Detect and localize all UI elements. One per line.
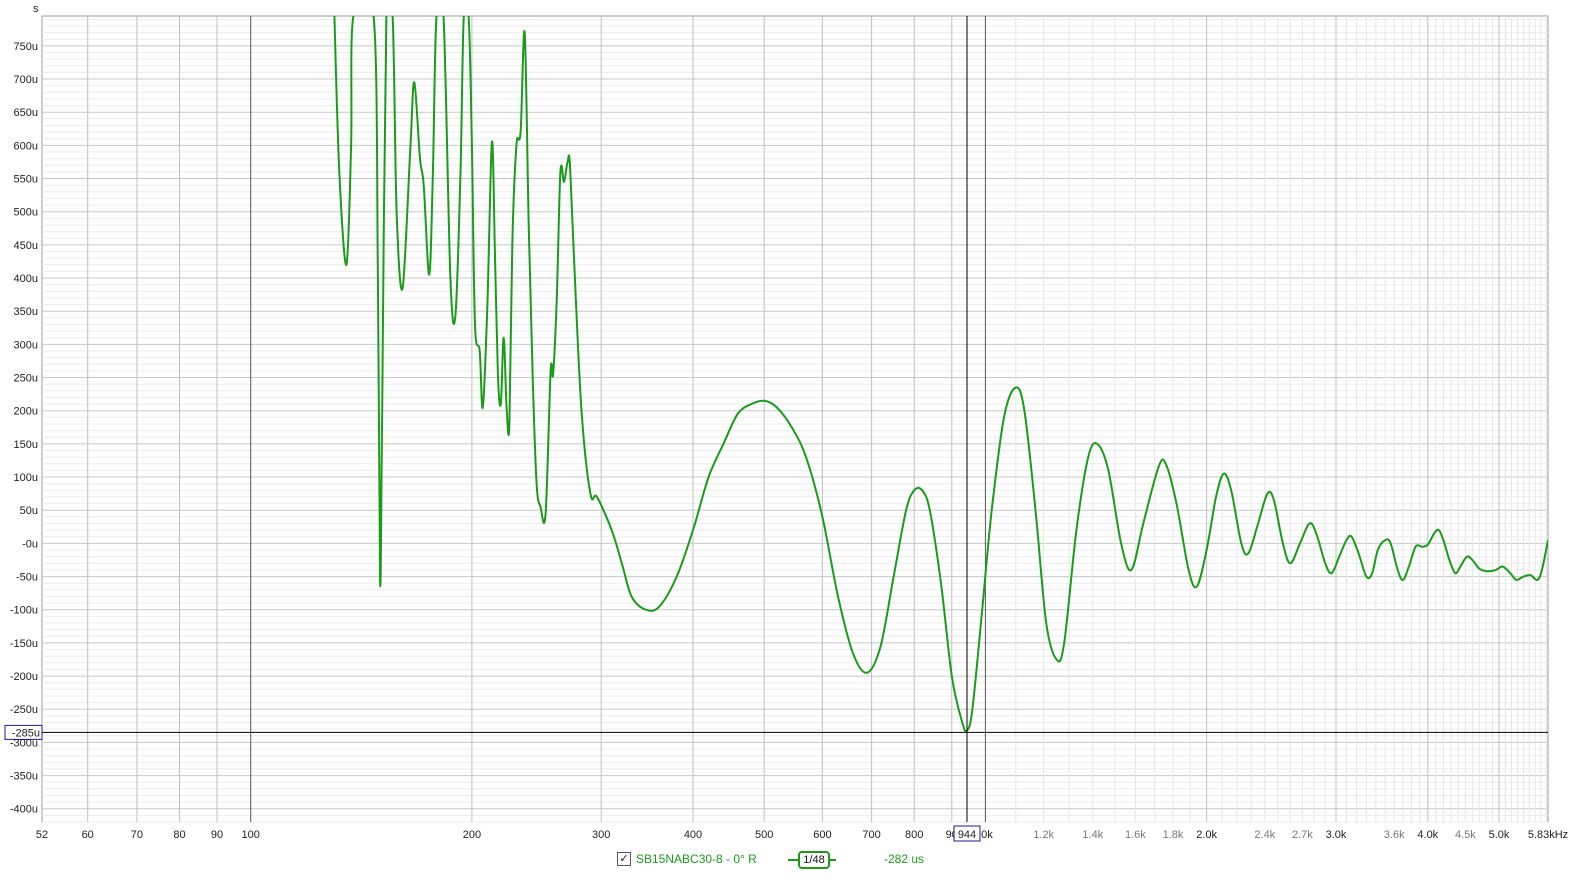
y-axis-ticks: 750u 700u 650u 600u 550u 500u 450u 400u 350u 300u… — [10, 41, 38, 816]
x-tick-label: 3.0k — [1326, 829, 1347, 841]
x-tick-label: 5.0k — [1489, 829, 1510, 841]
x-tick-label: 100 — [242, 829, 260, 841]
y-tick-label: 200u — [14, 406, 38, 418]
legend-bar: ✓ SB15NABC30-8 - 0° R 1/48 -282 us — [0, 848, 1592, 872]
x-tick-label: 2.0k — [1196, 829, 1217, 841]
y-tick-label: -150u — [10, 638, 38, 650]
y-tick-label: 50u — [20, 505, 38, 517]
y-tick-label: 450u — [14, 240, 38, 252]
x-tick-label: 52 — [36, 829, 48, 841]
y-tick-label: -400u — [10, 804, 38, 816]
x-axis-ticks: 52 60 70 80 90 100 200 300 400 500 600 700 800 90.0k 1… — [36, 829, 1568, 841]
x-tick-label: 300 — [592, 829, 610, 841]
plot-area-border — [41, 15, 1549, 823]
x-tick-label: 800 — [905, 829, 923, 841]
y-tick-label: 250u — [14, 373, 38, 385]
y-tick-label: 500u — [14, 207, 38, 219]
y-tick-label: -200u — [10, 671, 38, 683]
x-tick-label: 4.5k — [1455, 829, 1476, 841]
y-tick-label: 550u — [14, 174, 38, 186]
y-tick-label: 750u — [14, 41, 38, 53]
x-tick-label: 80 — [173, 829, 185, 841]
x-tick-label: 200 — [463, 829, 481, 841]
time-delay-chart[interactable]: s 750u 700u 650u 600u 550u 500u 450u 400u 350u 30… — [0, 0, 1592, 886]
y-tick-label: -350u — [10, 771, 38, 783]
x-tick-label: 1.6k — [1125, 829, 1146, 841]
cursor-readout: -282 us — [884, 852, 925, 866]
y-tick-label: 150u — [14, 439, 38, 451]
trace-name[interactable]: SB15NABC30-8 - 0° R — [636, 852, 757, 866]
trace-visibility-checkbox[interactable]: ✓ — [617, 852, 631, 866]
x-tick-label: 500 — [755, 829, 773, 841]
x-tick-label: 1.8k — [1163, 829, 1184, 841]
x-tick-label: 4.0k — [1417, 829, 1438, 841]
x-tick-label: 2.7k — [1292, 829, 1313, 841]
x-tick-label: 70 — [131, 829, 143, 841]
y-tick-label: -0u — [22, 538, 38, 550]
x-tick-label: 1.4k — [1082, 829, 1103, 841]
y-tick-label: 300u — [14, 339, 38, 351]
x-tick-label: 1.2k — [1033, 829, 1054, 841]
y-tick-label: 700u — [14, 74, 38, 86]
x-tick-label: 3.6k — [1384, 829, 1405, 841]
y-tick-label: 350u — [14, 306, 38, 318]
y-axis-unit-label: s — [33, 3, 39, 15]
cursor-frequency-label: 944 — [958, 829, 976, 841]
x-tick-label: 2.4k — [1254, 829, 1275, 841]
x-tick-label: 60 — [82, 829, 94, 841]
y-tick-label: 400u — [14, 273, 38, 285]
x-tick-label: 700 — [862, 829, 880, 841]
y-tick-label: -250u — [10, 704, 38, 716]
x-tick-label: 5.83kHz — [1528, 829, 1568, 841]
x-tick-label: 600 — [813, 829, 831, 841]
cursor-value-label: -285u — [12, 727, 40, 739]
x-tick-label: 400 — [684, 829, 702, 841]
y-tick-label: -50u — [16, 572, 38, 584]
y-tick-label: -100u — [10, 605, 38, 617]
y-tick-label: 650u — [14, 107, 38, 119]
y-tick-label: 100u — [14, 472, 38, 484]
y-tick-label: 600u — [14, 140, 38, 152]
smoothing-label: 1/48 — [798, 851, 830, 869]
smoothing-indicator[interactable]: 1/48 — [788, 850, 836, 869]
x-tick-label: 90 — [211, 829, 223, 841]
